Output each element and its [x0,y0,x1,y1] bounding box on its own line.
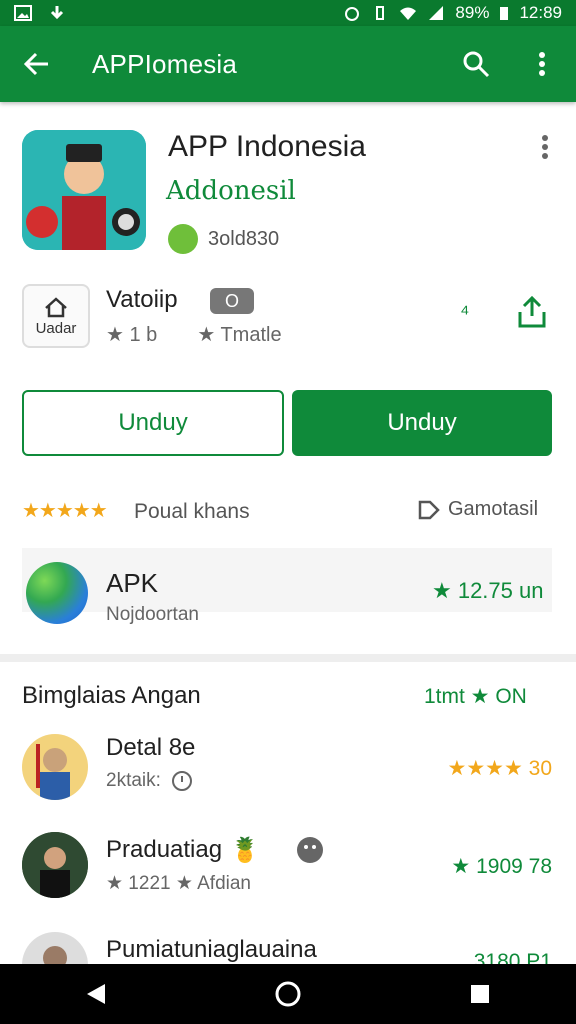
nav-home-icon [275,981,301,1007]
system-nav-bar [0,964,576,1024]
nav-back-icon [87,984,105,1004]
image-icon [14,5,32,21]
overflow-menu-button[interactable] [522,44,562,84]
app-title: APP Indonesia [168,130,366,163]
arrow-back-icon [23,52,48,76]
app-header: APP Indonesia Addonesil 3old830 [0,102,576,262]
info-icon [171,771,192,791]
share-button[interactable] [514,294,554,334]
list-item[interactable]: Detal 8e 2ktaik: ★★★★ 30 [0,730,576,820]
list-item-rating: ★★★★ 30 [447,757,553,780]
battery-percent: 89% [455,3,490,22]
more-vert-icon [539,52,545,76]
vibrate-icon [376,6,385,20]
rating-row: ★★★★★ Poual khans Gamotasil [0,494,576,534]
section-divider [0,654,576,662]
list-item-subtitle-text: 2ktaik: [106,770,161,791]
download-icon [50,6,64,20]
badge-icon [168,224,198,254]
apk-title: APK [106,568,159,598]
apk-subtitle: Nojdoortan [106,604,199,625]
developer-link[interactable]: Addonesil [166,176,296,206]
status-bar: 89% 12:89 [0,0,576,26]
clock: 12:89 [519,3,562,22]
install-button[interactable]: Unduy [292,390,552,456]
info-row: Uadar Vatoiip O ★ 1 b ★ Tmatle ⁴ [0,278,576,358]
info-stat-left-value: 1 b [129,324,158,346]
category-text: Gamotasil [448,498,539,520]
rating-text: Poual khans [134,500,250,523]
app-bar: APPIomesia [0,26,576,102]
list-item[interactable]: Praduatiag 🍍 ★ 1221 ★ Afdian ★ 1909 78 [0,830,576,920]
list-item-title: Detal 8e [106,734,196,761]
info-title: Vatoiip [106,286,178,313]
info-stat-right: ★ Tmatle [197,324,282,346]
app-meta-text: 3old830 [208,227,280,250]
nav-recents-button[interactable] [450,964,510,1024]
list-item-title: Praduatiag [106,836,223,863]
header-more-button[interactable] [530,132,560,162]
list-item-rating: ★ 1909 78 [451,855,552,878]
tag-icon [418,500,440,519]
secondary-download-button[interactable]: Unduy [22,390,284,456]
wifi-icon [400,7,417,20]
section-title: Bimglaias Angan [22,682,201,709]
search-icon [463,51,490,78]
list-item-title: Pumiatuniaglauaina [106,936,317,963]
app-bar-title: APPIomesia [92,48,238,79]
app-meta: 3old830 [168,224,279,254]
home-icon [45,296,67,317]
apk-logo-icon [26,562,88,624]
rating-stars: ★★★★★ [22,500,108,522]
nav-home-button[interactable] [258,964,318,1024]
info-chip: O [210,288,254,314]
signal-icon [429,6,444,20]
section-action[interactable]: 1tmt ★ ON [424,684,527,709]
category-link[interactable]: Gamotasil [418,498,538,521]
avatar [22,832,88,898]
emoji-icon: 🍍 [230,837,260,864]
info-stat-left: ★ 1 b [106,324,158,346]
apk-rating: ★ 12.75 un [432,578,544,603]
update-tile[interactable]: Uadar [22,284,90,348]
share-icon [518,295,546,328]
app-icon-artwork [22,130,146,250]
search-button[interactable] [456,44,496,84]
avatar [22,734,88,800]
app-icon [22,130,146,250]
more-vert-icon [542,135,548,159]
info-stat-right-value: Tmatle [220,324,282,346]
nav-back-button[interactable] [66,964,126,1024]
alarm-icon [345,7,360,21]
wishlist-icon[interactable]: ⁴ [460,300,484,330]
update-tile-label: Uadar [35,319,77,337]
info-stats: ★ 1 b ★ Tmatle [106,322,282,347]
list-item-subtitle: ★ 1221 ★ Afdian [106,873,251,894]
avatar-image [36,744,70,800]
nav-recents-icon [471,985,489,1003]
avatar-image [22,832,88,898]
emoji-face-icon[interactable] [296,836,324,864]
battery-icon [500,7,509,20]
list-item-subtitle: 2ktaik: [106,770,193,792]
back-button[interactable] [0,26,72,102]
